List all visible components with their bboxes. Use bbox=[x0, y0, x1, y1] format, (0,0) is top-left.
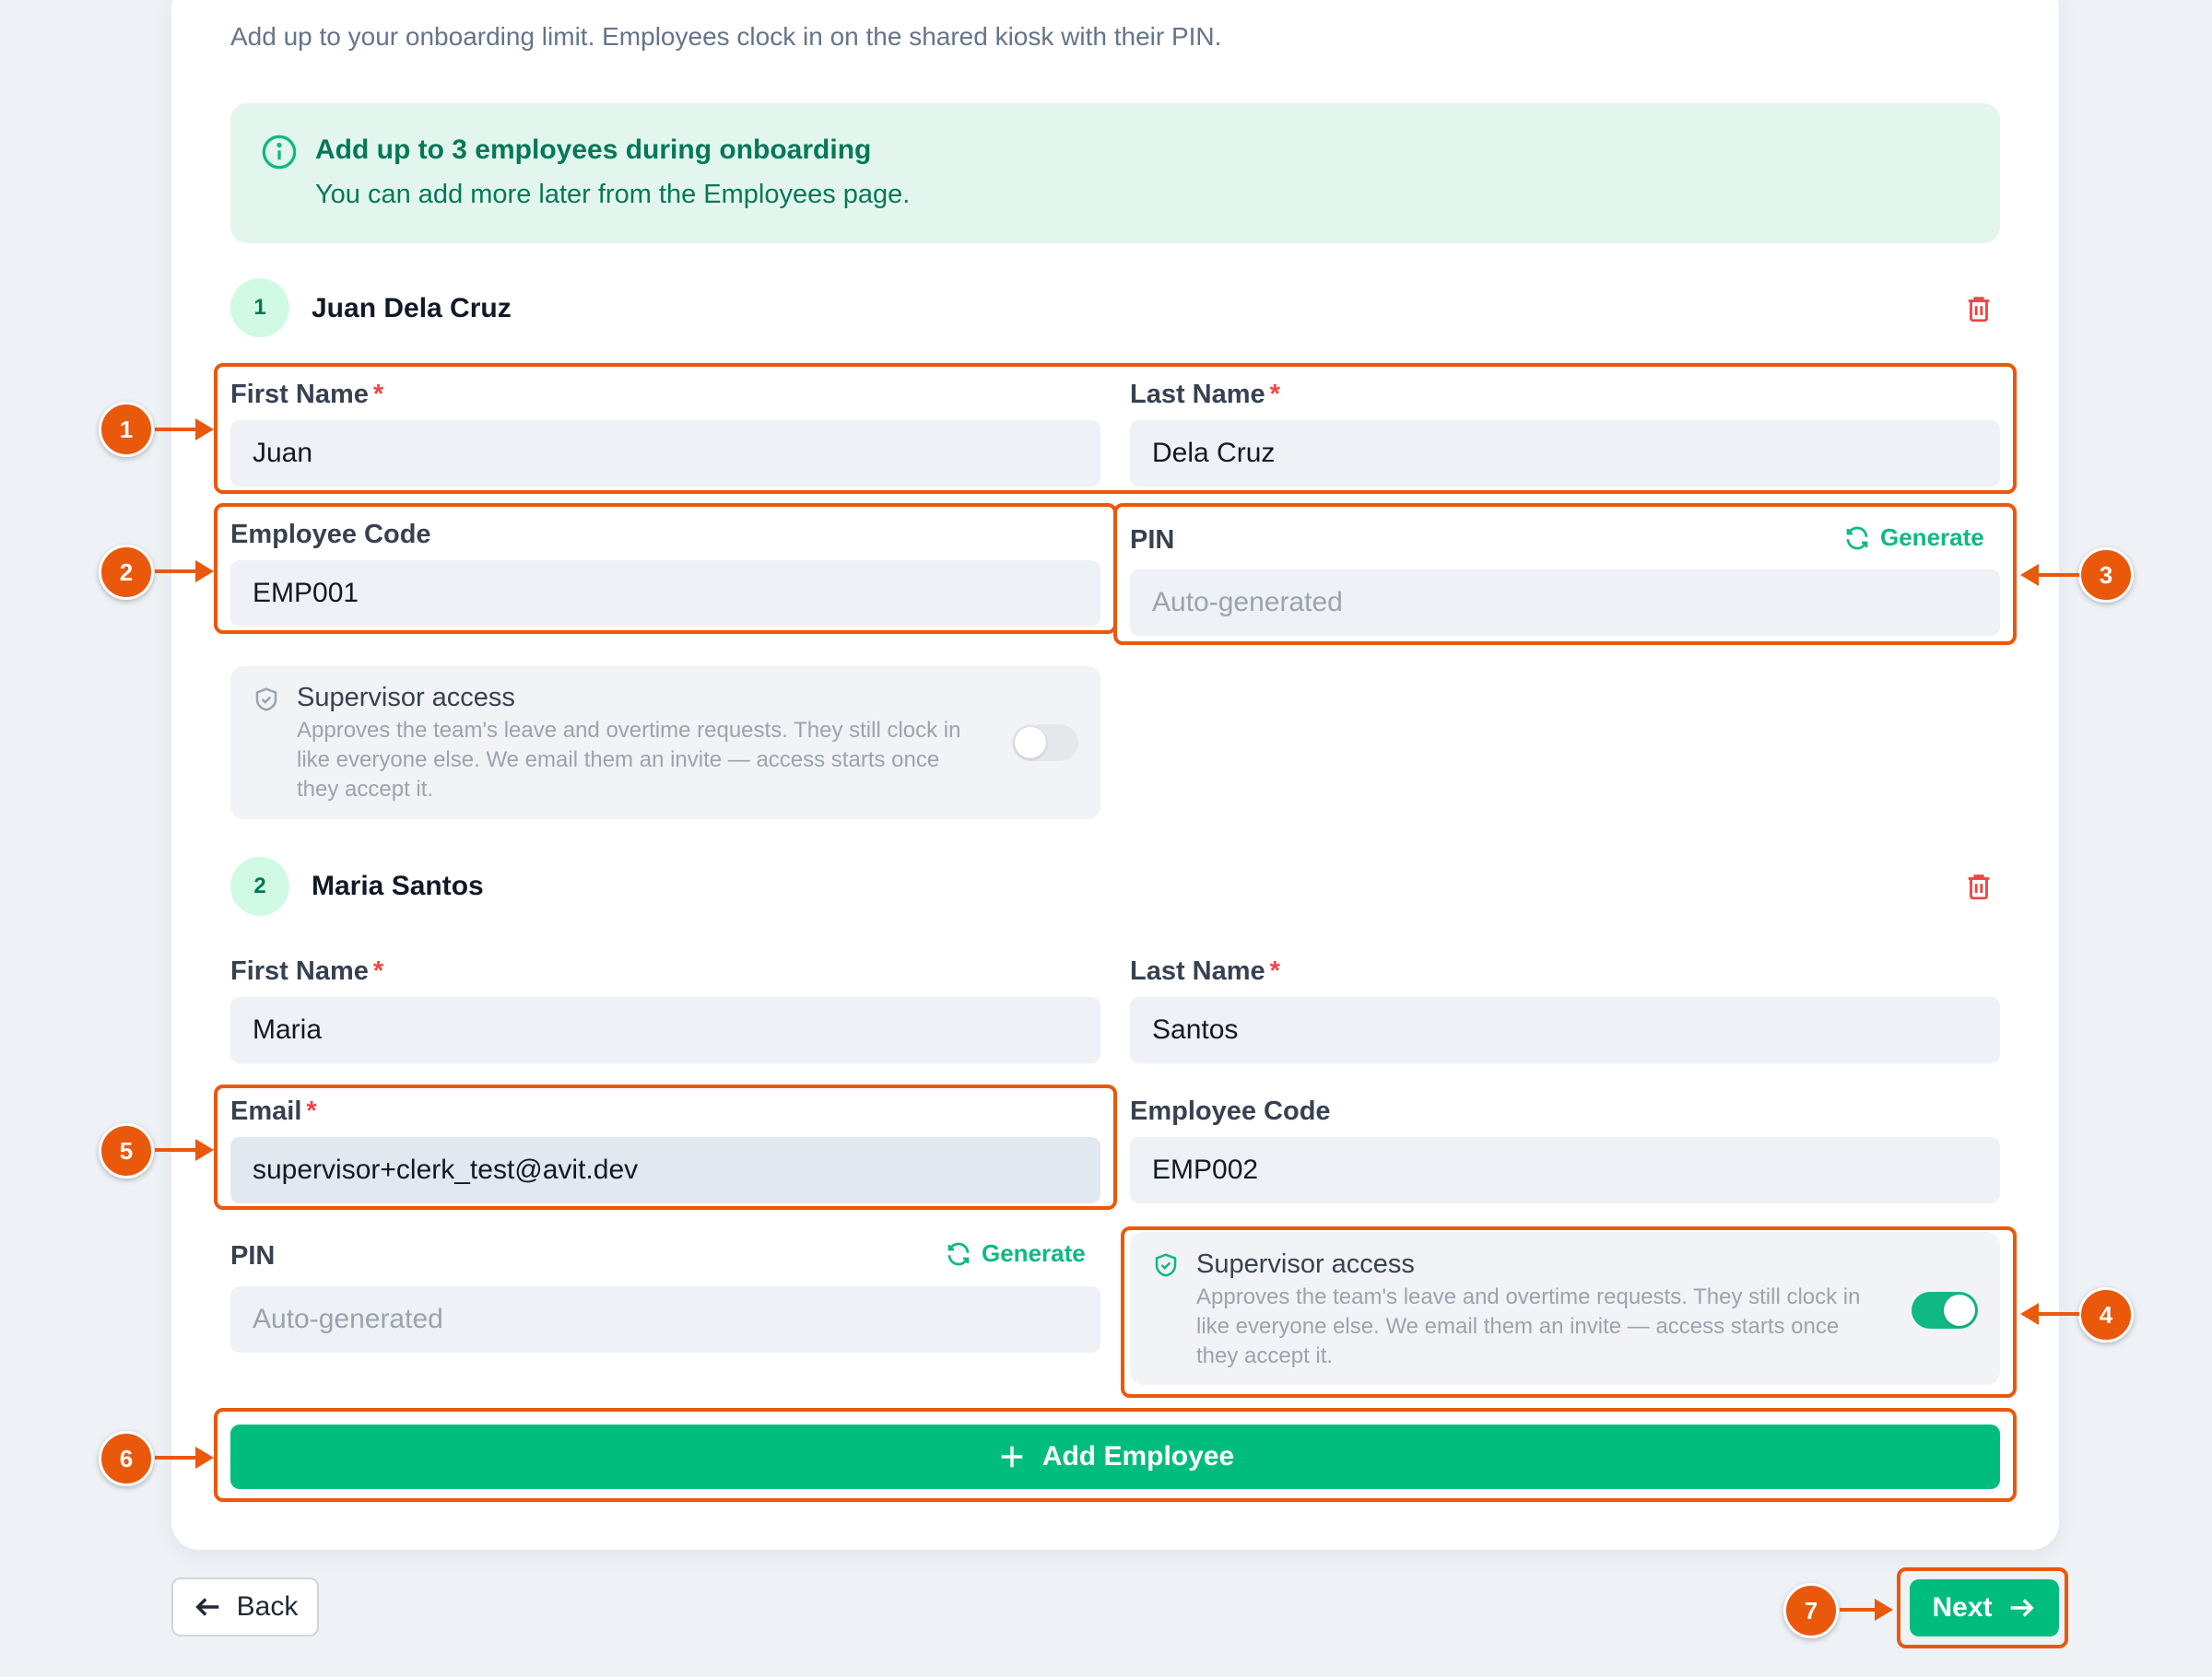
arrow-head-left-icon bbox=[2020, 564, 2039, 586]
arrow-head-right-icon bbox=[195, 418, 214, 440]
trash-icon bbox=[1968, 297, 1990, 322]
employee-number-badge: 2 bbox=[230, 857, 289, 916]
callout-arrow bbox=[1840, 1608, 1877, 1612]
last-name-input[interactable]: Santos bbox=[1130, 997, 2000, 1063]
highlight-add-employee bbox=[214, 1408, 2017, 1502]
supervisor-access-description: Approves the team's leave and overtime r… bbox=[297, 718, 961, 802]
highlight-email bbox=[214, 1085, 1117, 1210]
callout-arrow bbox=[155, 1456, 201, 1460]
arrow-head-right-icon bbox=[195, 560, 214, 582]
delete-employee-button[interactable] bbox=[1963, 293, 1994, 324]
employee-code-label: Employee Code bbox=[1130, 1096, 1331, 1126]
arrow-left-icon bbox=[194, 1598, 218, 1616]
callout-badge: 5 bbox=[99, 1123, 154, 1179]
employee-code-input[interactable]: EMP002 bbox=[1130, 1137, 2000, 1203]
callout-arrow bbox=[2037, 1312, 2079, 1316]
generate-pin-button[interactable]: Generate bbox=[945, 1239, 1086, 1268]
delete-employee-button[interactable] bbox=[1963, 871, 1994, 902]
info-banner bbox=[230, 103, 2000, 243]
page-subtitle: Add up to your onboarding limit. Employe… bbox=[230, 22, 1222, 51]
supervisor-toggle[interactable] bbox=[1012, 724, 1078, 761]
callout-badge: 1 bbox=[99, 402, 154, 457]
pin-label: PIN bbox=[230, 1241, 276, 1271]
callout-badge: 4 bbox=[2078, 1287, 2134, 1343]
info-title: Add up to 3 employees during onboarding bbox=[315, 135, 872, 165]
callout-badge: 2 bbox=[99, 545, 154, 600]
arrow-head-left-icon bbox=[2020, 1303, 2039, 1325]
callout-arrow bbox=[155, 428, 201, 431]
callout-badge: 7 bbox=[1783, 1583, 1839, 1638]
highlight-next bbox=[1897, 1567, 2068, 1648]
callout-arrow bbox=[2037, 573, 2079, 577]
arrow-head-right-icon bbox=[195, 1447, 214, 1469]
employee-name-heading: Juan Dela Cruz bbox=[312, 293, 512, 323]
first-name-input[interactable]: Maria bbox=[230, 997, 1100, 1063]
first-name-label: First Name * bbox=[230, 956, 384, 986]
callout-badge: 3 bbox=[2078, 547, 2134, 603]
callout-arrow bbox=[155, 569, 201, 573]
trash-icon bbox=[1968, 874, 1990, 900]
pin-input[interactable]: Auto-generated bbox=[230, 1286, 1100, 1353]
arrow-head-right-icon bbox=[195, 1139, 214, 1161]
arrow-head-right-icon bbox=[1875, 1599, 1893, 1621]
highlight-employee-code bbox=[214, 503, 1117, 634]
callout-arrow bbox=[155, 1148, 201, 1152]
shield-check-icon bbox=[253, 686, 280, 713]
supervisor-access-title: Supervisor access bbox=[297, 683, 515, 712]
highlight-name-fields bbox=[214, 363, 2017, 494]
employee-number-badge: 1 bbox=[230, 278, 289, 337]
highlight-pin bbox=[1113, 503, 2017, 645]
info-icon bbox=[261, 134, 298, 170]
callout-badge: 6 bbox=[99, 1431, 154, 1486]
info-body: You can add more later from the Employee… bbox=[315, 180, 911, 209]
highlight-supervisor-toggle bbox=[1121, 1226, 2017, 1398]
back-button[interactable]: Back bbox=[171, 1577, 319, 1636]
refresh-icon bbox=[947, 1242, 970, 1265]
last-name-label: Last Name * bbox=[1130, 956, 1280, 986]
employee-name-heading: Maria Santos bbox=[312, 871, 484, 901]
